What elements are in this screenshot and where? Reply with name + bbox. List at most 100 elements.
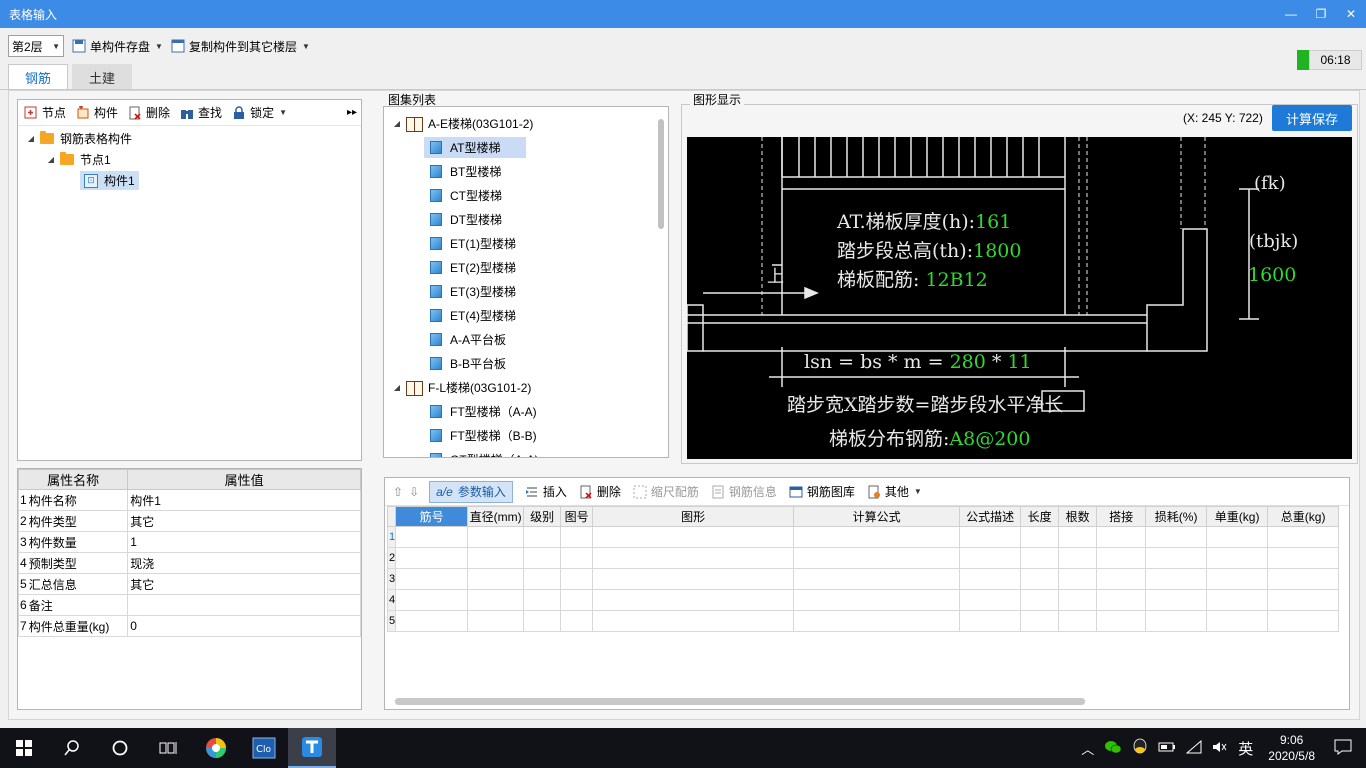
horizontal-scrollbar[interactable]: [395, 698, 1085, 705]
collapse-icon[interactable]: ◢: [392, 119, 402, 128]
table-input-app-icon[interactable]: [288, 728, 336, 768]
property-value[interactable]: 1: [127, 531, 361, 553]
tree-item-component[interactable]: ⊡ 构件1: [18, 170, 361, 191]
grid-cell[interactable]: [592, 547, 795, 569]
notification-icon[interactable]: [1334, 739, 1352, 758]
atlas-group[interactable]: ◢ F-L楼梯(03G101-2): [384, 375, 668, 399]
windows-start-icon[interactable]: [0, 728, 48, 768]
grid-cell[interactable]: [560, 610, 594, 632]
grid-row[interactable]: 5: [386, 610, 1340, 632]
grid-cell[interactable]: [592, 526, 795, 548]
add-node-button[interactable]: 节点: [24, 102, 66, 124]
atlas-item[interactable]: AT型楼梯: [384, 135, 668, 159]
atlas-item[interactable]: BT型楼梯: [384, 159, 668, 183]
thickness-value[interactable]: 161: [975, 211, 1011, 233]
property-row[interactable]: 4 预制类型 现浇: [17, 552, 361, 574]
grid-cell[interactable]: [959, 526, 1022, 548]
property-value[interactable]: 其它: [127, 510, 361, 532]
search-icon[interactable]: [48, 728, 96, 768]
grid-cell[interactable]: [1020, 526, 1060, 548]
delete-button[interactable]: 删除: [128, 102, 170, 124]
volume-icon[interactable]: [1212, 740, 1228, 757]
grid-cell[interactable]: [793, 526, 961, 548]
grid-cell[interactable]: [1096, 568, 1147, 590]
atlas-item[interactable]: DT型楼梯: [384, 207, 668, 231]
grid-column-header[interactable]: 长度: [1020, 506, 1060, 527]
atlas-item[interactable]: FT型楼梯（B-B): [384, 423, 668, 447]
system-clock[interactable]: 9:06 2020/5/8: [1268, 732, 1315, 764]
grid-delete-button[interactable]: 删除: [579, 481, 621, 503]
add-component-button[interactable]: 构件: [76, 102, 118, 124]
grid-column-header[interactable]: 计算公式: [793, 506, 961, 527]
grid-column-header[interactable]: 图形: [592, 506, 795, 527]
copy-to-floor-button[interactable]: 复制构件到其它楼层 ▼: [171, 35, 310, 57]
grid-cell[interactable]: [1267, 547, 1340, 569]
grid-cell[interactable]: [1096, 610, 1147, 632]
grid-cell[interactable]: [467, 568, 525, 590]
collapse-icon[interactable]: ◢: [392, 383, 402, 392]
m-value[interactable]: 11: [1007, 351, 1031, 373]
grid-cell[interactable]: [1096, 547, 1147, 569]
grid-cell[interactable]: [793, 568, 961, 590]
grid-cell[interactable]: [395, 610, 469, 632]
task-view-icon[interactable]: [144, 728, 192, 768]
grid-cell[interactable]: [1206, 589, 1269, 611]
atlas-item[interactable]: CT型楼梯: [384, 183, 668, 207]
property-row[interactable]: 3 构件数量 1: [17, 531, 361, 553]
wechat-icon[interactable]: [1104, 739, 1122, 758]
grid-column-header[interactable]: 搭接: [1096, 506, 1147, 527]
property-value[interactable]: 0: [127, 615, 361, 637]
grid-cell[interactable]: [793, 589, 961, 611]
rebar-library-button[interactable]: 钢筋图库: [789, 481, 855, 503]
grid-cell[interactable]: [1058, 547, 1098, 569]
grid-cell[interactable]: [1206, 568, 1269, 590]
grid-cell[interactable]: [1267, 526, 1340, 548]
grid-cell[interactable]: [1206, 547, 1269, 569]
tab-civil[interactable]: 土建: [72, 64, 132, 90]
grid-column-header[interactable]: 单重(kg): [1206, 506, 1269, 527]
grid-cell[interactable]: [467, 589, 525, 611]
grid-cell[interactable]: [1206, 610, 1269, 632]
lock-button[interactable]: 锁定 ▼: [232, 102, 287, 124]
property-value[interactable]: 其它: [127, 573, 361, 595]
stair-drawing-canvas[interactable]: AT.梯板厚度(h):161 踏步段总高(th):1800 梯板配筋: 12B1…: [687, 137, 1352, 459]
restore-button[interactable]: ❐: [1306, 0, 1336, 28]
grid-cell[interactable]: [523, 547, 562, 569]
grid-row[interactable]: 2: [386, 547, 1340, 569]
minimize-button[interactable]: —: [1276, 0, 1306, 28]
atlas-group[interactable]: ◢ A-E楼梯(03G101-2): [384, 111, 668, 135]
grid-cell[interactable]: [959, 610, 1022, 632]
atlas-item[interactable]: ET(2)型楼梯: [384, 255, 668, 279]
reinforcement-value[interactable]: 12B12: [925, 269, 987, 291]
grid-column-header[interactable]: 损耗(%): [1145, 506, 1208, 527]
grid-cell[interactable]: [793, 610, 961, 632]
param-input-button[interactable]: a/e 参数输入: [429, 480, 513, 503]
height-value[interactable]: 1800: [973, 240, 1021, 262]
move-up-icon[interactable]: ⇧: [393, 481, 403, 503]
grid-cell[interactable]: [1145, 526, 1208, 548]
cortana-icon[interactable]: [96, 728, 144, 768]
calc-app-icon[interactable]: Clo: [240, 728, 288, 768]
grid-cell[interactable]: [1096, 526, 1147, 548]
scale-rebar-button[interactable]: 缩尺配筋: [633, 481, 699, 503]
grid-column-header[interactable]: 根数: [1058, 506, 1098, 527]
grid-row[interactable]: 3: [386, 568, 1340, 590]
grid-cell[interactable]: [1058, 526, 1098, 548]
grid-cell[interactable]: [592, 589, 795, 611]
expand-arrow-icon[interactable]: ▸▸: [347, 107, 357, 118]
atlas-item[interactable]: FT型楼梯（A-A): [384, 399, 668, 423]
grid-cell[interactable]: [1096, 589, 1147, 611]
grid-cell[interactable]: [959, 589, 1022, 611]
grid-column-header[interactable]: 总重(kg): [1267, 506, 1340, 527]
row-number[interactable]: 1: [386, 526, 397, 548]
grid-cell[interactable]: [1145, 610, 1208, 632]
grid-column-header[interactable]: 图号: [560, 506, 594, 527]
vertical-scrollbar[interactable]: [658, 119, 664, 229]
grid-column-header[interactable]: 筋号: [395, 506, 469, 527]
grid-cell[interactable]: [467, 547, 525, 569]
row-number[interactable]: 2: [386, 547, 397, 569]
row-number[interactable]: 5: [386, 610, 397, 632]
property-value[interactable]: 现浇: [127, 552, 361, 574]
tab-rebar[interactable]: 钢筋: [8, 64, 68, 90]
grid-cell[interactable]: [523, 526, 562, 548]
